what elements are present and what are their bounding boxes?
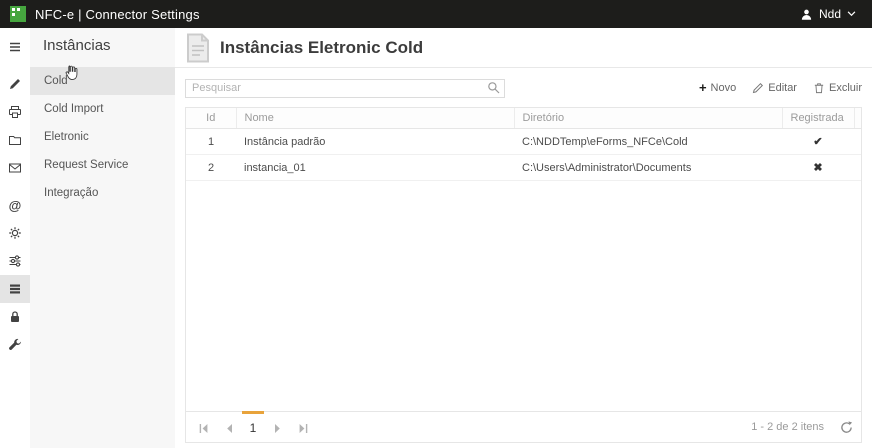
- trash-icon: [813, 82, 825, 94]
- pager-first-button[interactable]: [190, 411, 216, 442]
- pager: 1 1 - 2 de 2 itens: [186, 411, 861, 442]
- edit-button-label: Editar: [768, 81, 797, 94]
- cell-nome: instancia_01: [236, 154, 514, 181]
- at-icon[interactable]: @: [0, 191, 30, 219]
- lock-icon[interactable]: [0, 303, 30, 331]
- search-box: [185, 78, 505, 98]
- data-grid: Id Nome Diretório Registrada 1 Instância…: [185, 106, 862, 443]
- icon-rail: @: [0, 28, 30, 448]
- column-header-diretorio[interactable]: Diretório: [513, 107, 782, 129]
- sidebar-item-cold[interactable]: Cold: [30, 67, 175, 95]
- main-area: Instâncias Eletronic Cold + Novo: [175, 28, 872, 448]
- user-name: Ndd: [818, 7, 841, 21]
- chevron-down-icon: [847, 11, 856, 17]
- instances-icon[interactable]: [0, 275, 30, 303]
- sidebar-item-request-service[interactable]: Request Service: [30, 151, 175, 179]
- wrench-icon[interactable]: [0, 331, 30, 359]
- app-logo: [10, 6, 26, 22]
- refresh-icon[interactable]: [840, 420, 853, 434]
- app-window: NFC-e | Connector Settings Ndd @ Instânc…: [0, 0, 872, 448]
- delete-button-label: Excluir: [828, 81, 862, 94]
- menu-icon[interactable]: [0, 33, 30, 61]
- brush-icon[interactable]: [0, 70, 30, 98]
- gear-icon[interactable]: [0, 219, 30, 247]
- cell-diretorio: C:\NDDTemp\eForms_NFCe\Cold: [514, 128, 782, 155]
- cell-id: 2: [186, 154, 236, 181]
- column-header-filler: [853, 107, 861, 129]
- plus-icon: +: [698, 80, 707, 96]
- pager-next-button[interactable]: [264, 411, 290, 442]
- table-row[interactable]: 1 Instância padrão C:\NDDTemp\eForms_NFC…: [186, 128, 861, 155]
- user-icon: [800, 8, 813, 21]
- cell-id: 1: [186, 128, 236, 155]
- page-icon: [185, 33, 211, 63]
- sliders-icon[interactable]: [0, 247, 30, 275]
- registered-check-icon: ✔: [782, 128, 854, 155]
- pager-info: 1 - 2 de 2 itens: [751, 421, 824, 433]
- content: + Novo Editar Excluir: [175, 68, 872, 448]
- page-header: Instâncias Eletronic Cold: [175, 28, 872, 68]
- new-button-label: Novo: [710, 81, 737, 94]
- page-title: Instâncias Eletronic Cold: [220, 38, 424, 57]
- cell-nome: Instância padrão: [236, 128, 514, 155]
- new-button[interactable]: + Novo: [699, 81, 736, 94]
- action-buttons: + Novo Editar Excluir: [699, 81, 862, 94]
- printer-icon[interactable]: [0, 98, 30, 126]
- grid-empty-space: [186, 181, 861, 411]
- user-menu[interactable]: Ndd: [800, 0, 856, 28]
- registered-x-icon: ✖: [782, 154, 854, 181]
- sidebar-item-eletronic[interactable]: Eletronic: [30, 123, 175, 151]
- cell-diretorio: C:\Users\Administrator\Documents: [514, 154, 782, 181]
- pencil-icon: [752, 82, 764, 94]
- column-header-id[interactable]: Id: [186, 107, 236, 129]
- delete-button[interactable]: Excluir: [813, 82, 862, 94]
- toolbar: + Novo Editar Excluir: [185, 78, 862, 98]
- edit-button[interactable]: Editar: [752, 82, 797, 94]
- column-header-nome[interactable]: Nome: [235, 107, 514, 129]
- app-title: NFC-e | Connector Settings: [35, 6, 200, 22]
- pager-prev-button[interactable]: [216, 411, 242, 442]
- grid-header-row: Id Nome Diretório Registrada: [186, 107, 861, 129]
- search-input[interactable]: [185, 78, 505, 98]
- folder-icon[interactable]: [0, 126, 30, 154]
- search-icon: [487, 81, 500, 99]
- topbar: NFC-e | Connector Settings Ndd: [0, 0, 872, 28]
- sidebar-title: Instâncias: [43, 37, 111, 54]
- sidebar-item-integracao[interactable]: Integração: [30, 179, 175, 207]
- sidebar-item-cold-import[interactable]: Cold Import: [30, 95, 175, 123]
- column-header-registrada[interactable]: Registrada: [781, 107, 854, 129]
- sidebar: Instâncias Cold Cold Import Eletronic Re…: [30, 28, 175, 448]
- pager-page-1[interactable]: 1: [242, 411, 264, 442]
- table-row[interactable]: 2 instancia_01 C:\Users\Administrator\Do…: [186, 154, 861, 181]
- pager-last-button[interactable]: [290, 411, 316, 442]
- mail-icon[interactable]: [0, 154, 30, 182]
